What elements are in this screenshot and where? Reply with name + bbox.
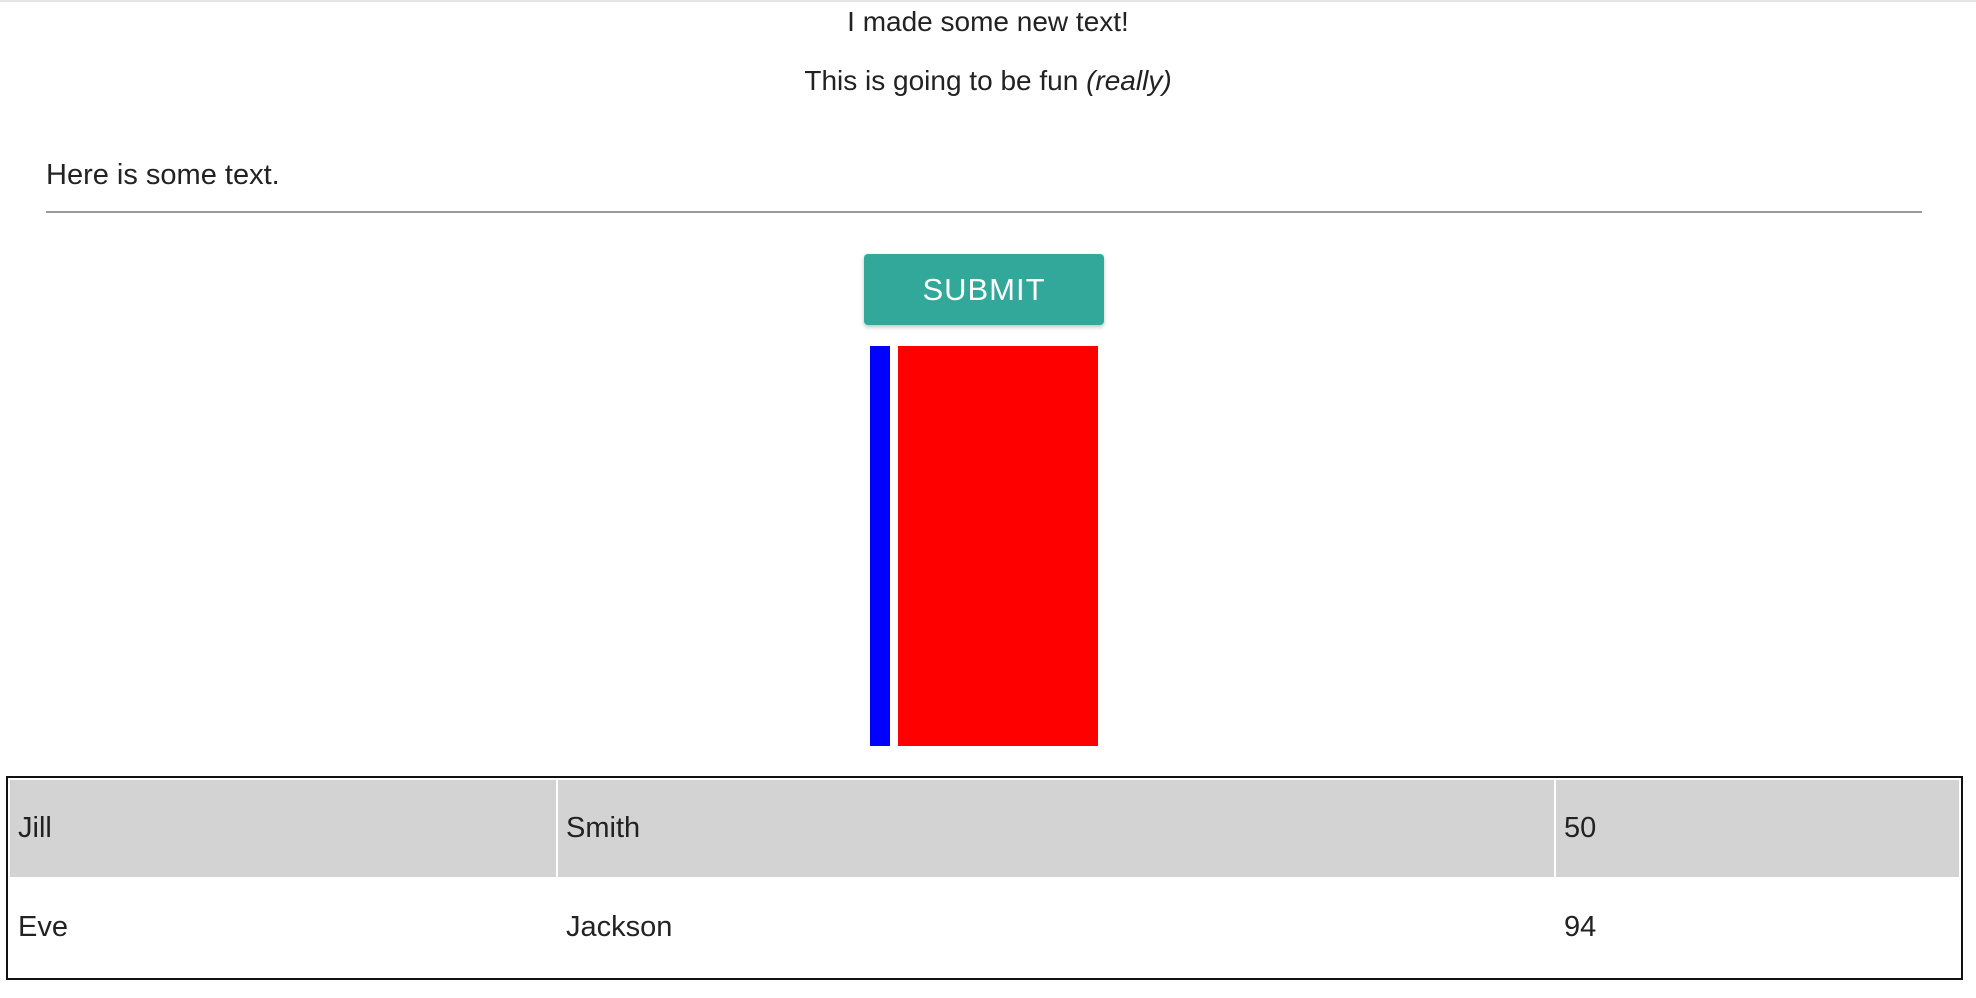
blue-bar	[870, 346, 890, 746]
first-name-cell: Eve	[18, 911, 68, 943]
red-box	[898, 346, 1098, 746]
last-name-cell: Jackson	[566, 911, 673, 943]
data-table: Jill Smith 50 Eve Jackson 94	[6, 776, 1963, 980]
score-cell: 94	[1564, 911, 1597, 943]
submit-button[interactable]: Submit	[864, 254, 1104, 325]
first-name-cell: Jill	[10, 780, 556, 877]
table-row: Jill Smith 50	[10, 780, 1959, 877]
subheadline-italic: (really)	[1086, 65, 1172, 96]
text-input[interactable]	[46, 140, 1922, 213]
subheadline-text: This is going to be fun (really)	[0, 64, 1976, 98]
top-border	[0, 0, 1976, 2]
score-cell: 50	[1556, 780, 1959, 877]
table-row: Eve Jackson 94	[10, 879, 1959, 976]
headline-text: I made some new text!	[847, 6, 1129, 37]
subheadline-plain: This is going to be fun	[804, 65, 1079, 96]
last-name-cell: Smith	[558, 780, 1554, 877]
